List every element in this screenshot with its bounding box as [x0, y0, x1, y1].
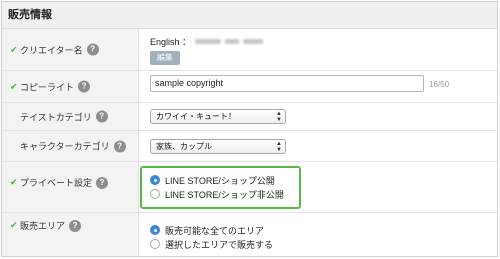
highlight-box [140, 166, 301, 209]
private-setting-label: プライベート設定 [20, 178, 93, 188]
sales-area-label: 販売エリア [20, 221, 66, 231]
taste-category-label: テイストカテゴリ [20, 112, 92, 122]
creator-name-label: クリエイター名 [20, 45, 83, 55]
section-title: 販売情報 [2, 2, 497, 29]
row-sales-area: ✔ 販売エリア ? 販売可能な全てのエリア 選択したエリアで販売する [2, 213, 497, 256]
row-taste-category: テイストカテゴリ ? カワイイ・キュート！ ▲ ▼ [2, 103, 497, 131]
select-arrows-icon: ▲ ▼ [276, 110, 282, 123]
help-icon[interactable]: ? [96, 176, 109, 189]
redacted-name [225, 38, 240, 44]
row-character-category: キャラクターカテゴリ ? 家族、カップル ▲ ▼ [2, 131, 497, 162]
taste-category-value: カワイイ・キュート！ [156, 112, 236, 121]
redacted-name [195, 38, 222, 44]
help-icon[interactable]: ? [95, 110, 108, 123]
help-icon[interactable]: ? [69, 219, 82, 232]
radio-option-all-areas[interactable]: 販売可能な全てのエリア [150, 223, 273, 237]
help-icon[interactable]: ? [86, 43, 99, 56]
radio-label-selected-areas: 選択したエリアで販売する [165, 239, 274, 250]
check-icon: ✔ [10, 81, 18, 91]
copyright-input[interactable]: sample copyright [150, 75, 424, 92]
check-icon: ✔ [10, 220, 18, 230]
row-creator-name: ✔ クリエイター名 ? English ： 編集 [2, 29, 497, 71]
help-icon[interactable]: ? [78, 80, 91, 93]
radio-selected-icon[interactable] [150, 225, 160, 235]
creator-lang-label: English ： [150, 36, 192, 47]
char-counter: 16/50 [429, 80, 450, 89]
row-copyright: ✔ コピーライト ? sample copyright 16/50 [2, 71, 497, 103]
character-category-select[interactable]: 家族、カップル ▲ ▼ [150, 139, 286, 154]
help-icon[interactable]: ? [113, 140, 126, 152]
redacted-name [243, 38, 264, 44]
character-category-value: 家族、カップル [156, 142, 212, 151]
select-arrows-icon: ▲ ▼ [276, 140, 282, 153]
check-icon: ✔ [10, 177, 18, 187]
radio-option-selected-areas[interactable]: 選択したエリアで販売する [150, 237, 273, 251]
radio-label-all-areas: 販売可能な全てのエリア [165, 225, 265, 236]
edit-button[interactable]: 編集 [150, 51, 180, 65]
radio-unselected-icon[interactable] [150, 239, 160, 249]
check-icon: ✔ [10, 44, 18, 54]
sales-info-panel: 販売情報 ✔ クリエイター名 ? English ： 編集 ✔ コピーライト ?… [1, 1, 498, 257]
taste-category-select[interactable]: カワイイ・キュート！ ▲ ▼ [150, 109, 286, 124]
character-category-label: キャラクターカテゴリ [20, 141, 110, 152]
copyright-label: コピーライト [20, 82, 75, 92]
